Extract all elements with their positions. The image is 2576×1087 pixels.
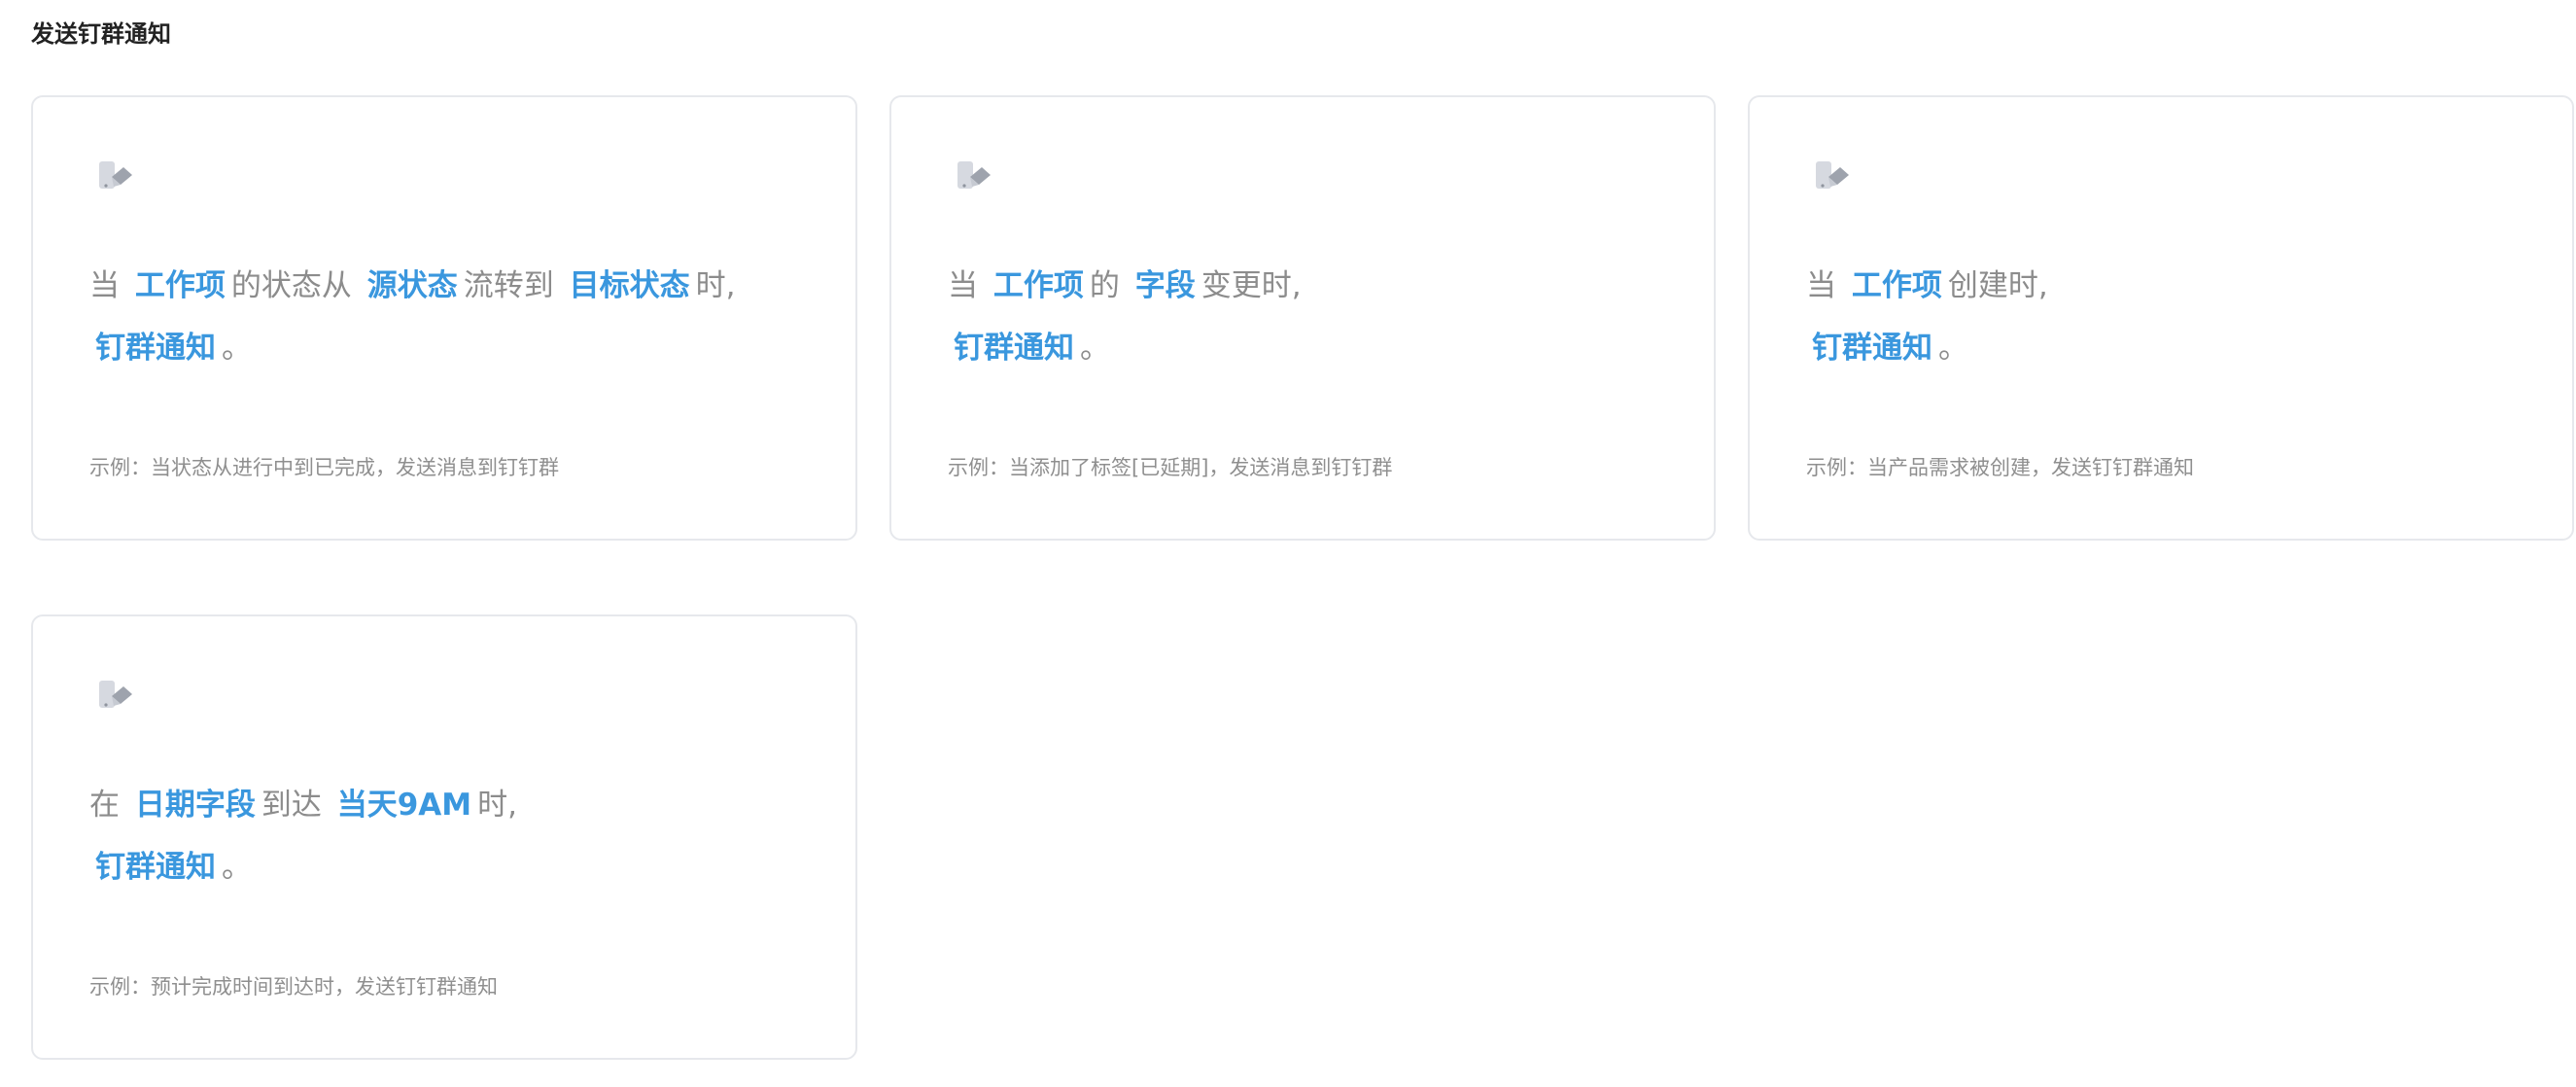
pen-icon [97,677,136,716]
rule-line1: 当 工作项的 字段 变更时, [948,255,1687,317]
rule-line2: 钉群通知。 [948,317,1687,379]
rule-line1: 在 日期字段 到达 当天9AM 时, [89,774,828,836]
rule-text: 时, [477,788,517,823]
rule-text: 当 [948,268,978,303]
rule-text: 时, [695,268,736,303]
rule-line2: 钉群通知。 [89,836,828,898]
highlight-keyword: 工作项 [992,268,1084,303]
highlight-keyword: 工作项 [134,268,226,303]
rule-text: 当 [89,268,120,303]
automation-template-card[interactable]: 当 工作项的 字段 变更时, 钉群通知。示例：当添加了标签[已延期]，发送消息到钉钉… [889,95,1716,541]
highlight-keyword: 钉群通知 [95,331,216,366]
rule-text: 。 [1080,331,1110,366]
rule-text: 。 [1938,331,1968,366]
highlight-keyword: 日期字段 [134,788,256,823]
highlight-keyword: 源状态 [366,268,458,303]
rule-line2: 钉群通知。 [89,317,828,379]
example-text: 示例：预计完成时间到达时，发送钉钉群通知 [89,975,498,999]
page-title: 发送钉群通知 [31,20,171,48]
rule-line1: 当 工作项 创建时, [1806,255,2545,317]
highlight-keyword: 钉群通知 [954,331,1074,366]
automation-template-card[interactable]: 当 工作项 创建时, 钉群通知。示例：当产品需求被创建，发送钉钉群通知 [1748,95,2574,541]
rule-text: 在 [89,788,120,823]
rule-text: 流转到 [463,268,554,303]
rule-text: 。 [222,850,252,885]
highlight-keyword: 当天9AM [336,788,472,823]
rule-description: 当 工作项 创建时, 钉群通知。 [1806,255,2545,379]
pen-icon [1814,158,1853,196]
automation-template-card[interactable]: 在 日期字段 到达 当天9AM 时, 钉群通知。示例：预计完成时间到达时，发送钉钉群通… [31,614,857,1060]
automation-template-card[interactable]: 当 工作项 的状态从 源状态 流转到 目标状态 时, 钉群通知。示例：当状态从进行中到已… [31,95,857,541]
example-text: 示例：当添加了标签[已延期]，发送消息到钉钉群 [948,456,1393,479]
highlight-keyword: 字段 [1134,268,1196,303]
rule-text: 到达 [261,788,322,823]
highlight-keyword: 钉群通知 [95,850,216,885]
highlight-keyword: 目标状态 [569,268,690,303]
example-text: 示例：当状态从进行中到已完成，发送消息到钉钉群 [89,456,559,479]
rule-description: 当 工作项的 字段 变更时, 钉群通知。 [948,255,1687,379]
rule-description: 当 工作项 的状态从 源状态 流转到 目标状态 时, 钉群通知。 [89,255,828,379]
rule-description: 在 日期字段 到达 当天9AM 时, 钉群通知。 [89,774,828,898]
example-text: 示例：当产品需求被创建，发送钉钉群通知 [1806,456,2194,479]
rule-text: 的状态从 [230,268,352,303]
rule-text: 的 [1089,268,1120,303]
pen-icon [97,158,136,196]
pen-icon [956,158,994,196]
rule-text: 变更时, [1201,268,1302,303]
rule-text: 创建时, [1947,268,2048,303]
rule-text: 当 [1806,268,1836,303]
rule-line1: 当 工作项 的状态从 源状态 流转到 目标状态 时, [89,255,828,317]
highlight-keyword: 工作项 [1851,268,1942,303]
rule-text: 。 [222,331,252,366]
rule-line2: 钉群通知。 [1806,317,2545,379]
highlight-keyword: 钉群通知 [1812,331,1932,366]
